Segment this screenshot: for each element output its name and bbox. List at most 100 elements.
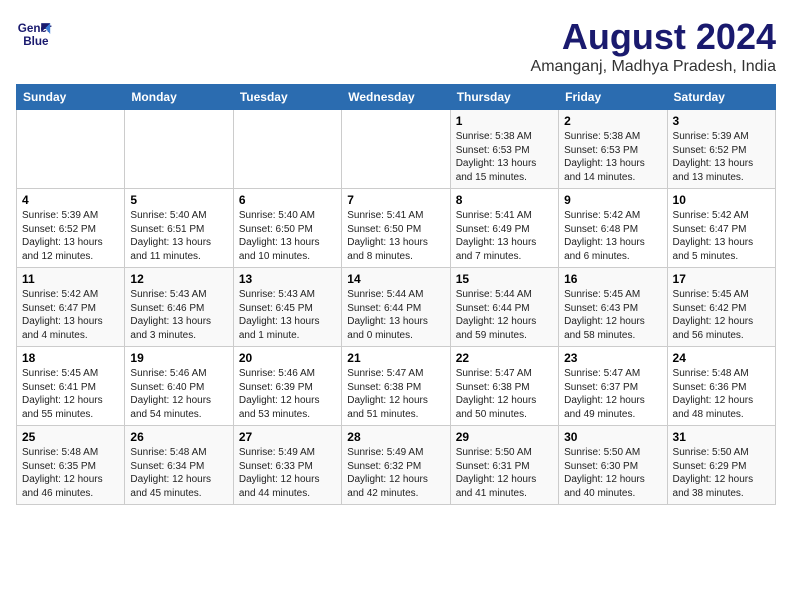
day-info: Sunrise: 5:39 AM Sunset: 6:52 PM Dayligh… <box>22 209 119 263</box>
main-title: August 2024 <box>531 16 776 58</box>
day-number: 19 <box>130 351 227 365</box>
svg-text:Blue: Blue <box>23 35 49 48</box>
day-cell: 14Sunrise: 5:44 AM Sunset: 6:44 PM Dayli… <box>342 268 450 347</box>
day-info: Sunrise: 5:50 AM Sunset: 6:30 PM Dayligh… <box>564 446 661 500</box>
day-number: 23 <box>564 351 661 365</box>
day-number: 11 <box>22 272 119 286</box>
day-number: 24 <box>673 351 770 365</box>
day-cell: 10 Sunrise: 5:42 AM Sunset: 6:47 PM Dayli… <box>667 189 775 268</box>
day-number: 25 <box>22 430 119 444</box>
day-cell <box>125 110 233 189</box>
day-number: 6 <box>239 193 336 207</box>
day-number: 21 <box>347 351 444 365</box>
day-cell: 24 Sunrise: 5:48 AM Sunset: 6:36 PM Dayli… <box>667 347 775 426</box>
day-info: Sunrise: 5:50 AM Sunset: 6:29 PM Dayligh… <box>673 446 770 500</box>
day-header-sunday: Sunday <box>17 85 125 110</box>
day-header-saturday: Saturday <box>667 85 775 110</box>
header-row: SundayMondayTuesdayWednesdayThursdayFrid… <box>17 85 776 110</box>
day-header-wednesday: Wednesday <box>342 85 450 110</box>
day-number: 31 <box>673 430 770 444</box>
day-info: Sunrise: 5:43 AM Sunset: 6:45 PM Dayligh… <box>239 288 336 342</box>
day-number: 14 <box>347 272 444 286</box>
day-cell: 21 Sunrise: 5:47 AM Sunset: 6:38 PM Dayli… <box>342 347 450 426</box>
day-header-monday: Monday <box>125 85 233 110</box>
day-cell: 25 Sunrise: 5:48 AM Sunset: 6:35 PM Dayli… <box>17 426 125 505</box>
day-cell: 30 Sunrise: 5:50 AM Sunset: 6:30 PM Dayli… <box>559 426 667 505</box>
day-info: Sunrise: 5:48 AM Sunset: 6:35 PM Dayligh… <box>22 446 119 500</box>
day-info: Sunrise: 5:45 AM Sunset: 6:42 PM Dayligh… <box>673 288 770 342</box>
week-row-5: 25 Sunrise: 5:48 AM Sunset: 6:35 PM Dayli… <box>17 426 776 505</box>
day-cell: 13 Sunrise: 5:43 AM Sunset: 6:45 PM Dayli… <box>233 268 341 347</box>
day-header-thursday: Thursday <box>450 85 558 110</box>
day-info: Sunrise: 5:40 AM Sunset: 6:51 PM Dayligh… <box>130 209 227 263</box>
day-cell: 9 Sunrise: 5:42 AM Sunset: 6:48 PM Daylig… <box>559 189 667 268</box>
day-info: Sunrise: 5:48 AM Sunset: 6:34 PM Dayligh… <box>130 446 227 500</box>
day-number: 9 <box>564 193 661 207</box>
day-info: Sunrise: 5:41 AM Sunset: 6:50 PM Dayligh… <box>347 209 444 263</box>
day-number: 5 <box>130 193 227 207</box>
day-info: Sunrise: 5:47 AM Sunset: 6:38 PM Dayligh… <box>347 367 444 421</box>
day-cell: 15 Sunrise: 5:44 AM Sunset: 6:44 PM Dayli… <box>450 268 558 347</box>
day-number: 15 <box>456 272 553 286</box>
day-number: 1 <box>456 114 553 128</box>
day-info: Sunrise: 5:41 AM Sunset: 6:49 PM Dayligh… <box>456 209 553 263</box>
day-cell: 28Sunrise: 5:49 AM Sunset: 6:32 PM Dayli… <box>342 426 450 505</box>
day-number: 10 <box>673 193 770 207</box>
day-cell: 19 Sunrise: 5:46 AM Sunset: 6:40 PM Dayli… <box>125 347 233 426</box>
day-number: 12 <box>130 272 227 286</box>
day-number: 16 <box>564 272 661 286</box>
day-number: 20 <box>239 351 336 365</box>
calendar-table: SundayMondayTuesdayWednesdayThursdayFrid… <box>16 84 776 505</box>
day-number: 30 <box>564 430 661 444</box>
day-cell: 7 Sunrise: 5:41 AM Sunset: 6:50 PM Daylig… <box>342 189 450 268</box>
sub-title: Amanganj, Madhya Pradesh, India <box>531 58 776 76</box>
day-info: Sunrise: 5:38 AM Sunset: 6:53 PM Dayligh… <box>456 130 553 184</box>
week-row-1: 1 Sunrise: 5:38 AM Sunset: 6:53 PM Daylig… <box>17 110 776 189</box>
day-number: 26 <box>130 430 227 444</box>
week-row-2: 4 Sunrise: 5:39 AM Sunset: 6:52 PM Daylig… <box>17 189 776 268</box>
day-cell: 20Sunrise: 5:46 AM Sunset: 6:39 PM Dayli… <box>233 347 341 426</box>
day-info: Sunrise: 5:38 AM Sunset: 6:53 PM Dayligh… <box>564 130 661 184</box>
day-cell <box>17 110 125 189</box>
logo-icon: General Blue <box>16 16 52 52</box>
day-cell: 6Sunrise: 5:40 AM Sunset: 6:50 PM Daylig… <box>233 189 341 268</box>
header: General Blue August 2024 Amanganj, Madhy… <box>16 16 776 76</box>
logo: General Blue <box>16 16 52 52</box>
day-info: Sunrise: 5:42 AM Sunset: 6:48 PM Dayligh… <box>564 209 661 263</box>
day-header-friday: Friday <box>559 85 667 110</box>
day-info: Sunrise: 5:47 AM Sunset: 6:38 PM Dayligh… <box>456 367 553 421</box>
day-info: Sunrise: 5:48 AM Sunset: 6:36 PM Dayligh… <box>673 367 770 421</box>
day-number: 18 <box>22 351 119 365</box>
day-number: 4 <box>22 193 119 207</box>
day-info: Sunrise: 5:46 AM Sunset: 6:40 PM Dayligh… <box>130 367 227 421</box>
week-row-3: 11 Sunrise: 5:42 AM Sunset: 6:47 PM Dayli… <box>17 268 776 347</box>
day-header-tuesday: Tuesday <box>233 85 341 110</box>
day-info: Sunrise: 5:42 AM Sunset: 6:47 PM Dayligh… <box>673 209 770 263</box>
day-info: Sunrise: 5:47 AM Sunset: 6:37 PM Dayligh… <box>564 367 661 421</box>
day-info: Sunrise: 5:49 AM Sunset: 6:32 PM Dayligh… <box>347 446 444 500</box>
day-cell: 29Sunrise: 5:50 AM Sunset: 6:31 PM Dayli… <box>450 426 558 505</box>
day-number: 3 <box>673 114 770 128</box>
day-info: Sunrise: 5:39 AM Sunset: 6:52 PM Dayligh… <box>673 130 770 184</box>
day-cell <box>233 110 341 189</box>
day-number: 7 <box>347 193 444 207</box>
day-number: 22 <box>456 351 553 365</box>
day-cell: 11 Sunrise: 5:42 AM Sunset: 6:47 PM Dayli… <box>17 268 125 347</box>
day-cell: 22 Sunrise: 5:47 AM Sunset: 6:38 PM Dayli… <box>450 347 558 426</box>
day-cell: 2 Sunrise: 5:38 AM Sunset: 6:53 PM Daylig… <box>559 110 667 189</box>
day-info: Sunrise: 5:44 AM Sunset: 6:44 PM Dayligh… <box>456 288 553 342</box>
week-row-4: 18 Sunrise: 5:45 AM Sunset: 6:41 PM Dayli… <box>17 347 776 426</box>
day-cell: 23 Sunrise: 5:47 AM Sunset: 6:37 PM Dayli… <box>559 347 667 426</box>
day-info: Sunrise: 5:42 AM Sunset: 6:47 PM Dayligh… <box>22 288 119 342</box>
day-number: 2 <box>564 114 661 128</box>
day-info: Sunrise: 5:45 AM Sunset: 6:41 PM Dayligh… <box>22 367 119 421</box>
day-cell: 4 Sunrise: 5:39 AM Sunset: 6:52 PM Daylig… <box>17 189 125 268</box>
day-number: 27 <box>239 430 336 444</box>
day-cell: 18 Sunrise: 5:45 AM Sunset: 6:41 PM Dayli… <box>17 347 125 426</box>
day-cell: 16Sunrise: 5:45 AM Sunset: 6:43 PM Dayli… <box>559 268 667 347</box>
day-info: Sunrise: 5:50 AM Sunset: 6:31 PM Dayligh… <box>456 446 553 500</box>
day-number: 17 <box>673 272 770 286</box>
day-number: 13 <box>239 272 336 286</box>
day-cell <box>342 110 450 189</box>
day-info: Sunrise: 5:43 AM Sunset: 6:46 PM Dayligh… <box>130 288 227 342</box>
